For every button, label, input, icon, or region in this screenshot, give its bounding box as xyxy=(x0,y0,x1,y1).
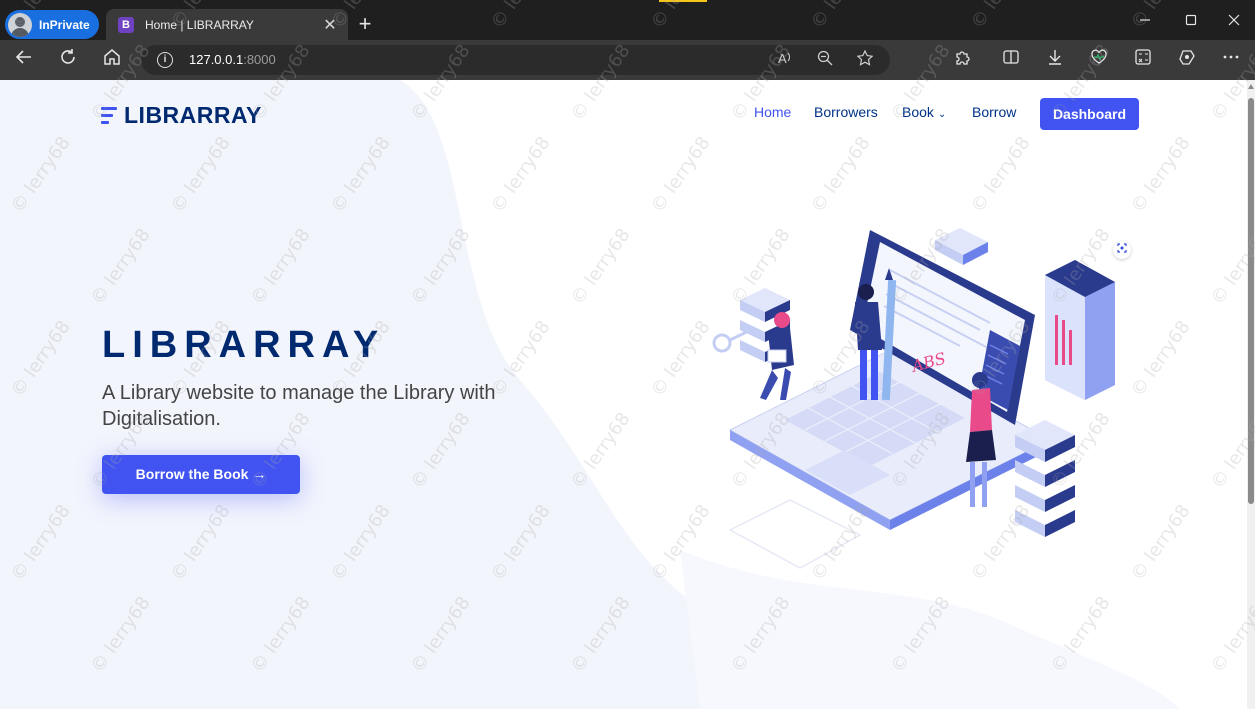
chevron-down-icon: ⌄ xyxy=(937,109,947,120)
hero-subtitle: A Library website to manage the Library … xyxy=(102,382,496,430)
inprivate-badge[interactable]: InPrivate xyxy=(5,10,99,39)
health-heart-icon[interactable] xyxy=(1087,48,1111,72)
back-icon[interactable] xyxy=(12,48,36,72)
tab-title: Home | LIBRARRAY xyxy=(145,17,254,32)
more-menu-icon[interactable] xyxy=(1219,48,1243,72)
refresh-icon[interactable] xyxy=(56,48,80,72)
copilot-icon[interactable] xyxy=(1175,48,1199,72)
scroll-up-arrow-icon[interactable] xyxy=(1248,84,1254,89)
brand-logo[interactable]: LIBRARRAY xyxy=(101,102,262,129)
nav-borrow[interactable]: Borrow xyxy=(972,104,1016,120)
logo-bars-icon xyxy=(101,105,119,127)
brand-name: LIBRARRAY xyxy=(124,102,262,128)
dashboard-button[interactable]: Dashboard xyxy=(1040,98,1139,130)
zoom-icon[interactable] xyxy=(815,50,835,70)
nav-book-label: Book xyxy=(902,104,934,120)
browser-toolbar: i 127.0.0.1:8000 A uD 4 xyxy=(0,40,1255,113)
tab-strip: InPrivate B Home | LIBRARRAY ✕ + xyxy=(0,0,1255,40)
downloads-icon[interactable] xyxy=(1043,48,1067,72)
split-screen-icon[interactable] xyxy=(999,48,1023,72)
site-info-icon[interactable]: i xyxy=(157,52,173,68)
math-solver-icon[interactable] xyxy=(1131,48,1155,72)
address-bar[interactable]: i 127.0.0.1:8000 A xyxy=(141,45,890,75)
extensions-puzzle-icon[interactable] xyxy=(951,48,975,72)
profile-avatar-icon xyxy=(8,12,32,37)
nav-home[interactable]: Home xyxy=(754,104,791,120)
new-tab-button[interactable]: + xyxy=(352,11,378,37)
page-scrollbar[interactable] xyxy=(1247,80,1255,709)
maximize-icon[interactable] xyxy=(1179,10,1203,34)
home-icon[interactable] xyxy=(100,48,124,72)
borrow-book-button[interactable]: Borrow the Book → xyxy=(102,455,300,494)
url-text: 127.0.0.1:8000 xyxy=(189,52,276,67)
tab-close-icon[interactable]: ✕ xyxy=(318,15,342,35)
hero-illustration: ABS xyxy=(712,228,1115,569)
minimize-icon[interactable] xyxy=(1133,10,1157,34)
browser-chrome: InPrivate B Home | LIBRARRAY ✕ + i 127.0… xyxy=(0,0,1255,113)
tab-home[interactable]: B Home | LIBRARRAY ✕ xyxy=(106,9,348,40)
close-window-icon[interactable] xyxy=(1222,10,1246,34)
read-aloud-icon[interactable]: A xyxy=(775,50,795,70)
hero-title: LIBRARRAY xyxy=(102,324,386,366)
tab-strip-accent xyxy=(659,0,707,2)
bootstrap-favicon-icon: B xyxy=(118,16,134,33)
page-content: LIBRARRAY Home Borrowers Book ⌄ Borrow Da… xyxy=(0,80,1247,709)
scrollbar-thumb[interactable] xyxy=(1248,98,1254,504)
favorite-star-icon[interactable] xyxy=(855,49,875,70)
nav-borrowers[interactable]: Borrowers xyxy=(814,104,878,120)
nav-book-dropdown[interactable]: Book ⌄ xyxy=(902,104,946,120)
svg-text:A: A xyxy=(778,51,787,66)
inprivate-label: InPrivate xyxy=(39,17,90,32)
